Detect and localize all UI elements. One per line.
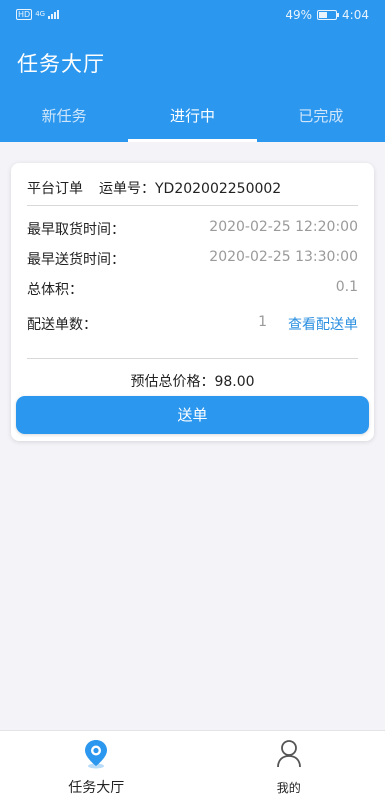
pickup-time-row: 最早取货时间： 2020-02-25 12:20:00 [27, 219, 358, 239]
nav-mine[interactable]: 我的 [193, 731, 385, 800]
send-order-button[interactable]: 送单 [16, 396, 369, 434]
user-icon [276, 739, 302, 773]
signal-icon [48, 10, 60, 19]
nav-task-hall[interactable]: 任务大厅 [0, 731, 193, 800]
order-card: 平台订单 运单号：YD202002250002 最早取货时间： 2020-02-… [11, 163, 374, 441]
battery-icon [317, 10, 340, 20]
volume-row: 总体积： 0.1 [27, 279, 358, 299]
platform-order-label: 平台订单 [27, 181, 83, 197]
delivery-count-row: 配送单数： 1 查看配送单 [27, 314, 358, 334]
divider [27, 205, 358, 206]
price-label: 预估总价格： [130, 374, 215, 390]
nav-mine-label: 我的 [276, 781, 301, 795]
waybill-label: 运单号： [99, 181, 155, 197]
price-value: 98.00 [214, 374, 255, 390]
network-type: 4G [35, 10, 46, 18]
status-right: 49% 4:04 [285, 8, 369, 22]
volume-value: 0.1 [335, 279, 358, 295]
tab-completed[interactable]: 已完成 [257, 92, 385, 142]
hd-badge: HD [16, 9, 33, 20]
page-title: 任务大厅 [17, 52, 105, 76]
delivery-time-label: 最早送货时间： [27, 252, 125, 268]
status-indicators: HD 4G [16, 9, 60, 20]
delivery-count-value: 1 [258, 314, 267, 330]
delivery-count-label: 配送单数： [27, 317, 97, 333]
pickup-time-value: 2020-02-25 12:20:00 [209, 219, 358, 235]
battery-percent: 49% [285, 8, 313, 22]
tab-in-progress[interactable]: 进行中 [128, 92, 257, 142]
order-header: 平台订单 运单号：YD202002250002 [27, 178, 281, 198]
delivery-time-row: 最早送货时间： 2020-02-25 13:30:00 [27, 249, 358, 269]
tab-new-tasks[interactable]: 新任务 [0, 92, 128, 142]
location-pin-icon [83, 739, 109, 773]
volume-label: 总体积： [27, 282, 83, 298]
delivery-time-value: 2020-02-25 13:30:00 [209, 249, 358, 265]
divider [27, 358, 358, 359]
clock: 4:04 [342, 8, 369, 22]
bottom-nav: 任务大厅 我的 [0, 730, 385, 800]
app-header: 任务大厅 新任务 进行中 已完成 [0, 30, 385, 142]
view-delivery-orders-link[interactable]: 查看配送单 [288, 314, 358, 334]
tab-bar: 新任务 进行中 已完成 [0, 92, 385, 142]
nav-task-hall-label: 任务大厅 [68, 780, 125, 796]
pickup-time-label: 最早取货时间： [27, 222, 125, 238]
status-bar: HD 4G 49% 4:04 [0, 0, 385, 30]
waybill-number: 运单号：YD202002250002 [99, 178, 281, 198]
waybill-value: YD202002250002 [155, 181, 282, 197]
estimated-price: 预估总价格：98.00 [11, 371, 374, 391]
